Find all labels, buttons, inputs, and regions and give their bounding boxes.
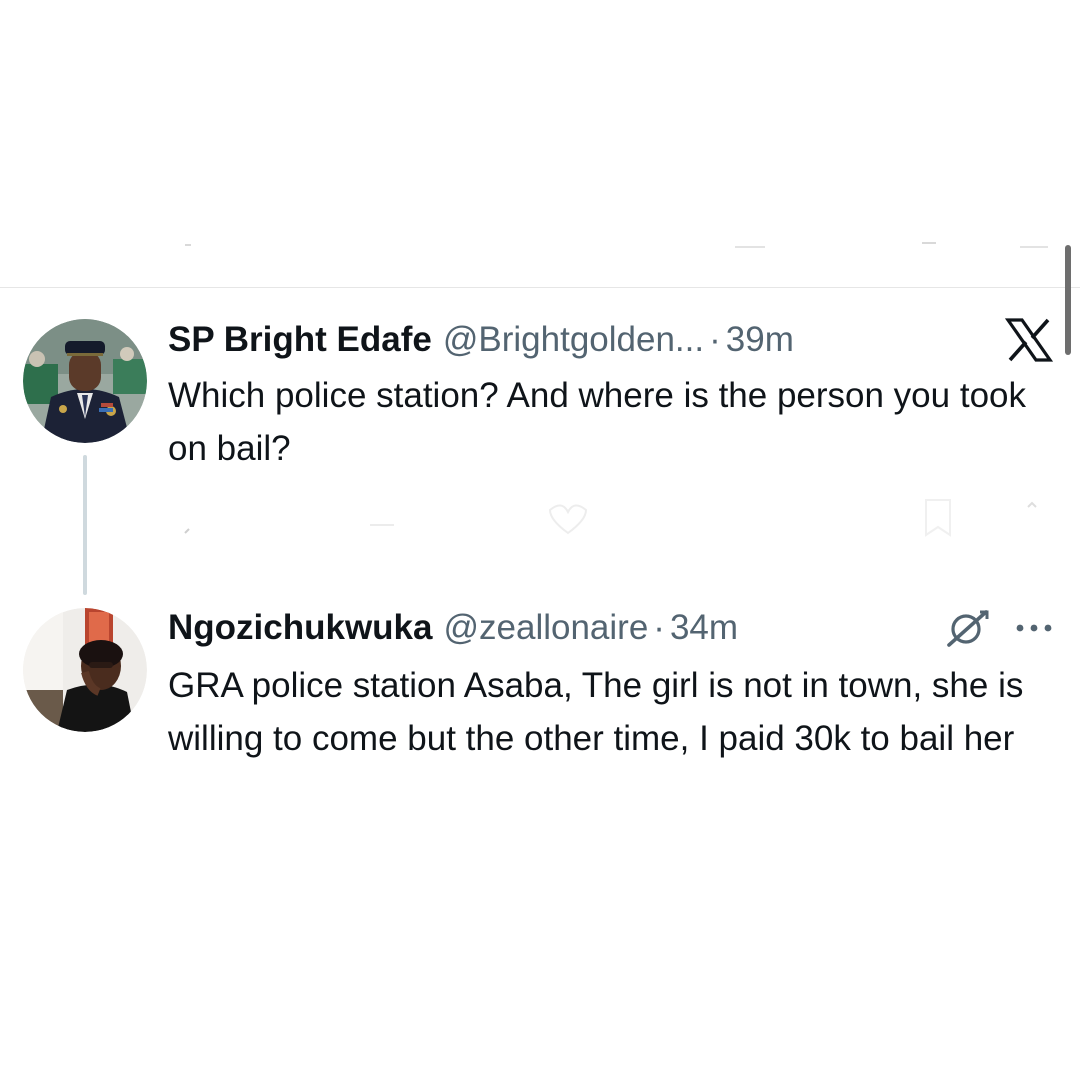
faded-share-icon: [1020, 246, 1048, 248]
author-handle[interactable]: @zeallonaire: [443, 606, 648, 650]
tweet-header: Ngozichukwuka @zeallonaire · 34m: [168, 606, 738, 650]
like-icon: [548, 504, 588, 535]
thread-connector-line: [83, 455, 87, 595]
tweet-header: SP Bright Edafe @Brightgolden... · 39m: [168, 318, 794, 362]
separator-dot: ·: [709, 320, 721, 359]
author-name[interactable]: SP Bright Edafe: [168, 318, 432, 362]
tweet-timestamp[interactable]: 34m: [670, 606, 738, 650]
author-handle[interactable]: @Brightgolden...: [443, 318, 704, 362]
tweet-actions-faded: [184, 499, 1037, 537]
faded-views-icon: [735, 246, 765, 248]
grok-icon[interactable]: [944, 608, 990, 648]
avatar-photo: [23, 319, 147, 443]
faded-reply-icon: [185, 244, 191, 246]
avatar[interactable]: [23, 608, 147, 732]
avatar-photo: [23, 608, 147, 732]
x-logo-icon: [1005, 318, 1053, 362]
divider: [0, 287, 1080, 288]
separator-dot: ·: [653, 608, 665, 647]
bookmark-icon: [925, 499, 951, 537]
faded-bookmark-icon: [922, 242, 936, 244]
share-icon: [1027, 501, 1037, 508]
more-horizontal-icon[interactable]: [1013, 618, 1055, 638]
avatar[interactable]: [23, 319, 147, 443]
tweet-timestamp[interactable]: 39m: [726, 318, 794, 362]
scrollbar-thumb[interactable]: [1065, 245, 1071, 355]
tweet-text: Which police station? And where is the p…: [168, 376, 1036, 468]
reply-icon: [184, 528, 190, 534]
faded-action-row: [0, 236, 1080, 252]
author-name[interactable]: Ngozichukwuka: [168, 606, 432, 650]
tweet-text: GRA police station Asaba, The girl is no…: [168, 666, 1034, 758]
